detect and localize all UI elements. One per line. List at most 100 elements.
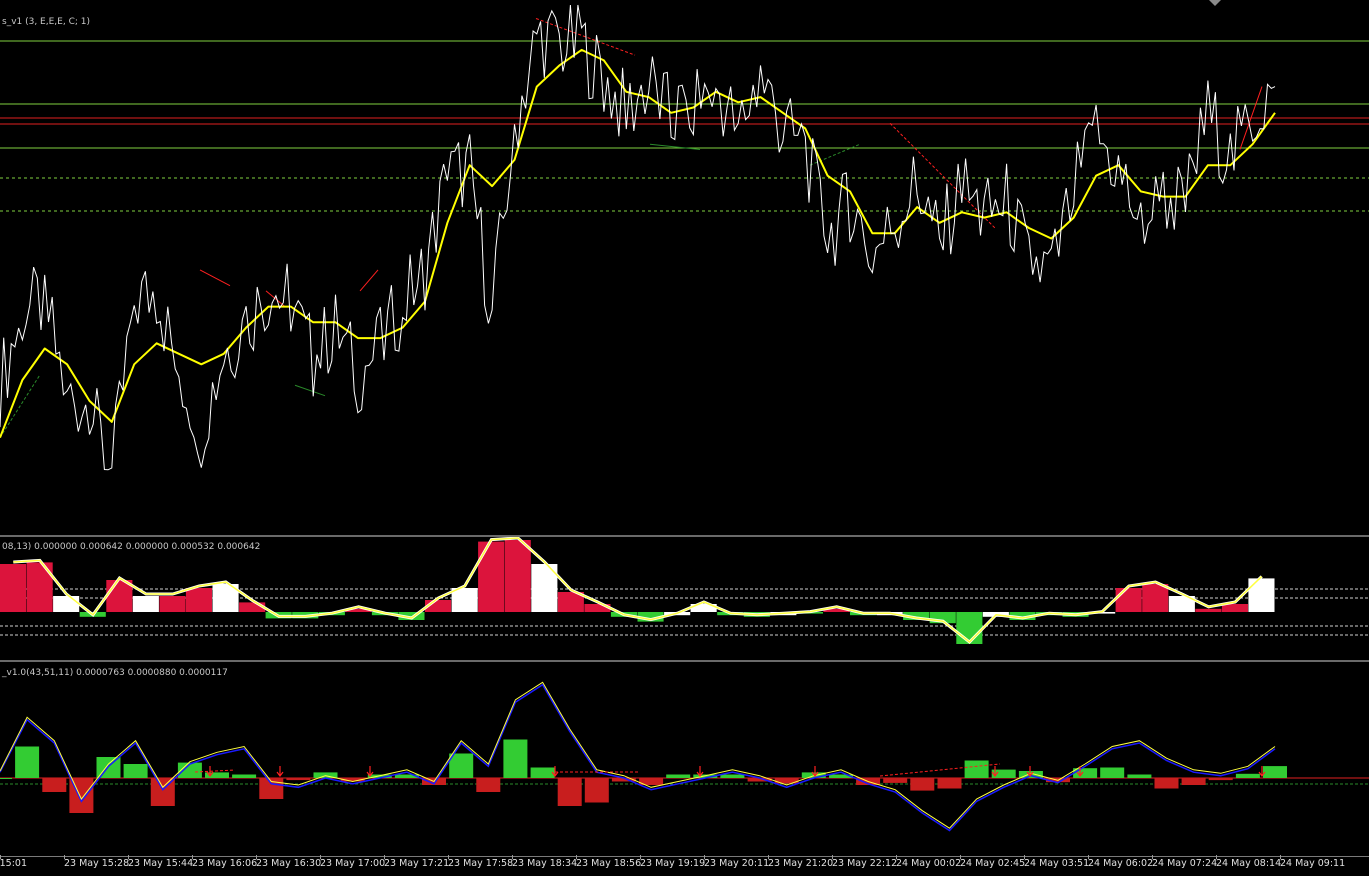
time-label: 24 May 07:24 (1152, 858, 1218, 869)
panel3-bar (1235, 773, 1260, 778)
chart-canvas[interactable] (0, 0, 1369, 876)
time-tick (576, 855, 577, 859)
time-label: 23 May 18:34 (512, 858, 578, 869)
divergence-line-1 (199, 269, 231, 287)
time-tick (1152, 855, 1153, 859)
main-price-line (0, 4, 1276, 471)
divergence-line-4 (889, 122, 996, 229)
panel2-bar (956, 612, 983, 644)
time-tick (896, 855, 897, 859)
panel2-indicator-label: 08,13) 0.000000 0.000642 0.000000 0.0005… (2, 542, 261, 552)
panel2-histogram (0, 540, 1275, 644)
panel3-bar (232, 774, 257, 778)
panel3-bar (937, 778, 962, 789)
time-tick (832, 855, 833, 859)
time-label: 24 May 00:02 (896, 858, 962, 869)
panel3-bar (286, 778, 311, 781)
divergence-line-7 (649, 143, 701, 150)
time-label: 23 May 15:44 (128, 858, 194, 869)
arrow-down-icon (276, 766, 284, 777)
panel3-bar (15, 746, 40, 778)
time-label: 24 May 02:45 (960, 858, 1026, 869)
panel3-bar (476, 778, 501, 792)
panel3-bar (557, 778, 582, 806)
time-tick (128, 855, 129, 859)
time-tick (256, 855, 257, 859)
time-label: 23 May 17:21 (384, 858, 450, 869)
main-moving-average (0, 48, 1276, 438)
moving-average-line (0, 48, 1276, 438)
panel3-bar (910, 778, 935, 791)
panel3-bar (1208, 778, 1233, 781)
panel3-bar (584, 778, 609, 803)
time-label: 23 May 17:00 (320, 858, 386, 869)
panel3-bar (1154, 778, 1179, 789)
time-label: 23 May 19:19 (640, 858, 706, 869)
time-label: 24 May 08:14 (1216, 858, 1282, 869)
time-tick (704, 855, 705, 859)
time-label: 24 May 06:02 (1088, 858, 1154, 869)
panel3-bar (1127, 774, 1152, 778)
time-label: 23 May 22:12 (832, 858, 898, 869)
panel3-histogram (0, 739, 1287, 813)
panel3-indicator-label: _v1.0(43,51,11) 0.0000763 0.0000880 0.00… (2, 668, 228, 678)
time-label: 23 May 20:11 (704, 858, 770, 869)
time-tick (1280, 855, 1281, 859)
time-tick (960, 855, 961, 859)
main-divergence-lines (0, 18, 1263, 438)
time-label: 23 May 17:58 (448, 858, 514, 869)
panel3-oscillator-blue (0, 683, 1276, 832)
panel2-bar (185, 588, 212, 612)
panel3-bar (720, 774, 745, 778)
panel3-bar (666, 774, 691, 778)
panel2-bar (478, 541, 505, 612)
time-label: 24 May 03:51 (1024, 858, 1090, 869)
panel3-bar (530, 767, 555, 778)
time-tick (1024, 855, 1025, 859)
time-tick (768, 855, 769, 859)
panel3-bar (503, 739, 528, 778)
price-series-line (0, 4, 1276, 471)
time-label: 23 May 15:28 (64, 858, 130, 869)
time-label: y 15:01 (0, 858, 28, 869)
panel3-bar (449, 753, 474, 778)
time-tick (1088, 855, 1089, 859)
panel3-bar (883, 778, 908, 783)
panel2-bar (1142, 584, 1169, 612)
panel3-bar (1181, 778, 1206, 785)
time-tick (1216, 855, 1217, 859)
divergence-line-6 (294, 384, 326, 397)
panel-separator-2[interactable] (0, 660, 1369, 662)
time-label: 23 May 21:20 (768, 858, 834, 869)
time-tick (192, 855, 193, 859)
time-label: 23 May 16:30 (256, 858, 322, 869)
main-indicator-label: s_v1 (3, E,E,E, C; 1) (2, 17, 90, 27)
divergence-line-3 (359, 269, 379, 292)
time-tick (64, 855, 65, 859)
panel2-bar (504, 540, 531, 612)
panel2-bar (159, 596, 186, 612)
panel3-bar (0, 778, 12, 779)
time-tick (448, 855, 449, 859)
time-label: 23 May 16:06 (192, 858, 258, 869)
panel3-oscillator-lines (0, 681, 1276, 832)
shift-marker-icon[interactable] (1209, 0, 1221, 6)
panel3-bar (1263, 766, 1287, 778)
time-tick (512, 855, 513, 859)
time-tick (0, 855, 1, 859)
panel2-bar (132, 596, 159, 612)
panel2-bar (0, 564, 27, 612)
time-label: 23 May 18:56 (576, 858, 642, 869)
panel3-bar (964, 760, 989, 778)
panel3-bar (42, 778, 67, 792)
panel-separator-1[interactable] (0, 535, 1369, 537)
panel2-bar (1115, 588, 1142, 612)
panel3-bar (123, 764, 148, 778)
panel3-bar (774, 778, 799, 784)
panel3-bar (1073, 768, 1098, 778)
time-axis-border (0, 856, 1369, 857)
panel3-oscillator-yellow (0, 681, 1276, 829)
time-label: 24 May 09:11 (1280, 858, 1346, 869)
time-tick (640, 855, 641, 859)
time-tick (384, 855, 385, 859)
